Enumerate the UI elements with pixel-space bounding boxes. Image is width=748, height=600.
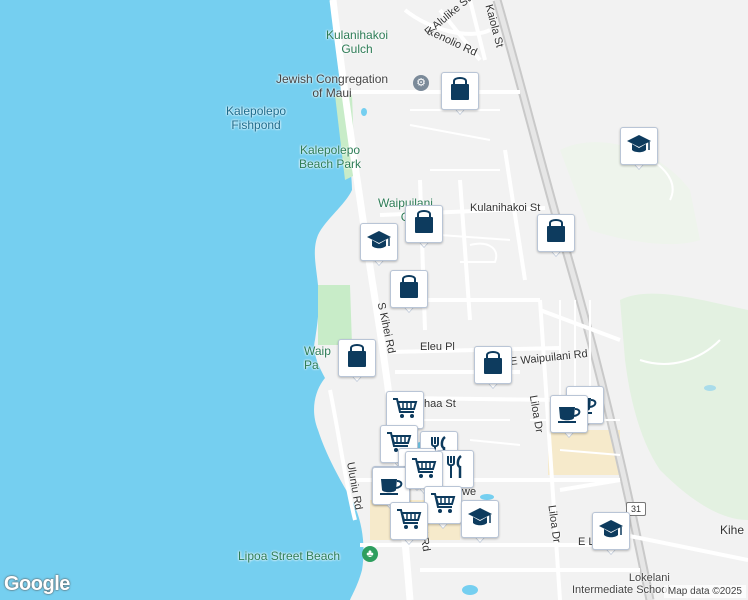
- road-label-kulanihakoi: Kulanihakoi St: [470, 202, 541, 214]
- map-marker-school[interactable]: [360, 223, 398, 267]
- map-marker-school[interactable]: [461, 500, 499, 544]
- place-label-jewish-congregation[interactable]: Jewish Congregation of Maui: [276, 72, 388, 100]
- map-marker-shopping-bag[interactable]: [405, 205, 443, 249]
- grocery-cart-icon: [410, 454, 438, 487]
- map-marker-cafe[interactable]: [550, 395, 588, 439]
- waipuilani-park: [318, 285, 352, 345]
- school-icon: [625, 130, 653, 163]
- map-attribution: Map data ©2025: [663, 585, 746, 598]
- shopping-bag-icon: [479, 349, 507, 382]
- worship-icon: ⚙: [413, 75, 429, 91]
- map-marker-shopping-bag[interactable]: [338, 339, 376, 383]
- shopping-bag-icon: [410, 208, 438, 241]
- place-label-lokelani-school: Lokelani Intermediate School: [572, 572, 670, 596]
- grocery-cart-icon: [391, 394, 419, 427]
- grocery-cart-icon: [429, 489, 457, 522]
- place-label-waip-pa: Waip Pa: [304, 344, 331, 372]
- map-marker-shopping-bag[interactable]: [537, 214, 575, 258]
- grocery-cart-icon: [395, 505, 423, 538]
- google-logo: Google: [4, 573, 70, 595]
- map-marker-shopping-bag[interactable]: [474, 346, 512, 390]
- school-icon: [365, 226, 393, 259]
- map-marker-shopping-bag[interactable]: [390, 270, 428, 314]
- road-label-eleu: Eleu Pl: [420, 341, 455, 353]
- road-label-haa: haa St: [424, 398, 456, 410]
- map-marker-grocery-cart[interactable]: [424, 486, 462, 530]
- shopping-bag-icon: [542, 217, 570, 250]
- place-label-kulanihakoi-gulch: Kulanihakoi Gulch: [326, 28, 389, 56]
- shopping-bag-icon: [395, 273, 423, 306]
- map-marker-school[interactable]: [592, 512, 630, 556]
- cafe-icon: [377, 470, 405, 503]
- road-label-kihe: Kihe: [720, 523, 745, 537]
- shopping-bag-icon: [343, 342, 371, 375]
- map-marker-school[interactable]: [620, 127, 658, 171]
- map-marker-shopping-bag[interactable]: [441, 72, 479, 116]
- shopping-bag-icon: [446, 75, 474, 108]
- park-icon: ♣: [362, 546, 378, 562]
- school-icon: [597, 515, 625, 548]
- place-label-kalepolepo-beach-park: Kalepolepo Beach Park: [299, 143, 362, 171]
- place-label-kalepolepo-fishpond: Kalepolepo Fishpond: [226, 104, 287, 132]
- school-icon: [466, 503, 494, 536]
- map-marker-grocery-cart[interactable]: [390, 502, 428, 546]
- cafe-icon: [555, 398, 583, 431]
- restaurant-icon: [441, 453, 469, 486]
- place-label-lipoa-beach: Lipoa Street Beach: [238, 549, 341, 563]
